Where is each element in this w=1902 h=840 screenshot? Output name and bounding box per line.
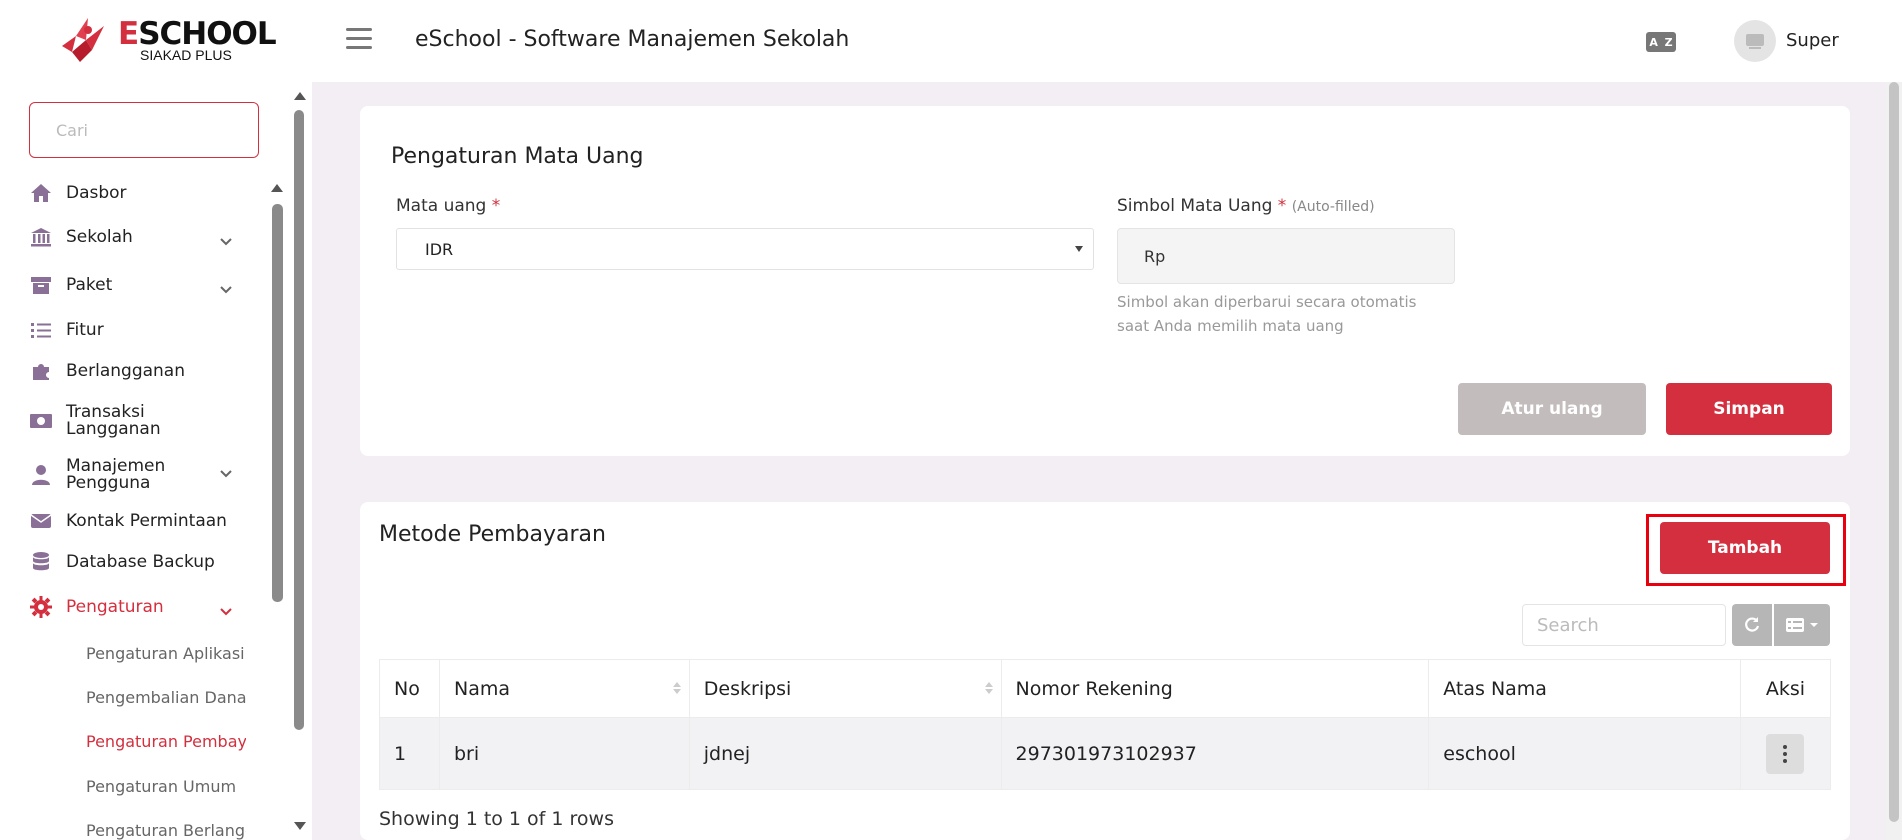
payment-card-title: Metode Pembayaran [379, 522, 606, 547]
menu-scrollbar-thumb[interactable] [272, 204, 283, 602]
chevron-down-icon[interactable] [218, 466, 234, 482]
pagination-info: Showing 1 to 1 of 1 rows [379, 808, 614, 830]
columns-toggle-button[interactable] [1774, 604, 1830, 646]
sidebar-subitem-pengaturan-berlangganan[interactable]: Pengaturan Berlangganan [86, 821, 246, 840]
sidebar-item-paket[interactable]: Paket [28, 274, 112, 296]
sidebar-item-dasbor[interactable]: Dasbor [28, 182, 127, 204]
table-row: 1 bri jdnej 297301973102937 eschool [379, 717, 1832, 790]
home-icon [28, 182, 54, 204]
sidebar-item-database-backup[interactable]: Database Backup [28, 551, 215, 573]
avatar[interactable] [1734, 20, 1776, 62]
refresh-button[interactable] [1732, 604, 1772, 646]
chevron-down-icon[interactable] [218, 604, 234, 620]
bank-icon [28, 226, 54, 248]
sidebar-item-kontak-permintaan[interactable]: Kontak Permintaan [28, 510, 227, 532]
app-title: eSchool - Software Manajemen Sekolah [415, 27, 850, 52]
sidebar-scroll-up-icon[interactable] [294, 92, 306, 100]
sidebar-scrollbar-thumb[interactable] [294, 110, 304, 730]
cell-deskripsi: jdnej [688, 717, 1002, 790]
column-header-nama[interactable]: Nama [438, 659, 690, 718]
user-name[interactable]: Super [1786, 30, 1839, 51]
column-header-aksi: Aksi [1739, 659, 1832, 718]
columns-list-icon [1786, 618, 1818, 632]
gear-icon [28, 596, 54, 618]
column-header-deskripsi[interactable]: Deskripsi [688, 659, 1002, 718]
chevron-down-icon[interactable] [218, 234, 234, 250]
menu-toggle-icon[interactable] [346, 28, 372, 50]
cell-nama: bri [438, 717, 690, 790]
sidebar-subitem-pengaturan-pembayaran[interactable]: Pengaturan Pembayaran [86, 732, 246, 751]
cell-nomor-rekening: 297301973102937 [1000, 717, 1430, 790]
currency-card-title: Pengaturan Mata Uang [391, 144, 644, 169]
menu-scroll-up-icon[interactable] [271, 184, 283, 192]
table-header-row: No Nama Deskripsi Nomor Rekening Atas Na… [379, 659, 1832, 718]
archive-icon [28, 274, 54, 296]
chevron-down-icon[interactable] [218, 282, 234, 298]
language-icon[interactable]: AZ [1646, 32, 1676, 52]
add-payment-method-button[interactable]: Tambah [1660, 522, 1830, 574]
sort-icon [984, 682, 993, 694]
cell-aksi [1739, 717, 1832, 790]
brand-subtitle: SIAKAD PLUS [140, 47, 232, 63]
sidebar-item-sekolah[interactable]: Sekolah [28, 226, 133, 248]
row-actions-kebab-icon[interactable] [1766, 733, 1805, 774]
page-scrollbar-thumb[interactable] [1889, 82, 1899, 822]
sidebar-subitem-pengaturan-aplikasi[interactable]: Pengaturan Aplikasi [86, 644, 246, 663]
caret-down-icon [1075, 246, 1083, 252]
eschool-logo[interactable]: ESCHOOL SIAKAD PLUS [58, 16, 277, 66]
sidebar-scroll-down-icon[interactable] [294, 822, 306, 830]
database-icon [28, 551, 54, 573]
sidebar: Cari Dasbor Sekolah Paket Fitur Berlangg… [0, 82, 312, 840]
reset-button[interactable]: Atur ulang [1458, 383, 1646, 435]
logo-mark-icon [62, 18, 104, 62]
list-icon [28, 319, 54, 341]
sidebar-item-manajemen-pengguna[interactable]: Manajemen Pengguna [28, 458, 176, 492]
currency-settings-card: Pengaturan Mata Uang Mata uang * IDR Sim… [360, 106, 1850, 456]
column-header-atas-nama: Atas Nama [1428, 659, 1741, 718]
sidebar-subitem-pengaturan-umum[interactable]: Pengaturan Umum [86, 777, 246, 796]
sort-icon [672, 682, 681, 694]
column-header-nomor-rekening: Nomor Rekening [1000, 659, 1430, 718]
money-icon [28, 410, 54, 432]
payment-methods-table: No Nama Deskripsi Nomor Rekening Atas Na… [379, 659, 1832, 790]
refresh-icon [1745, 617, 1760, 632]
avatar-image-icon [1746, 34, 1764, 49]
sidebar-item-pengaturan[interactable]: Pengaturan [28, 596, 164, 618]
currency-symbol-field: Rp [1117, 228, 1455, 284]
payment-methods-card: Metode Pembayaran Tambah Search No Nama … [360, 502, 1850, 840]
sidebar-search-input[interactable]: Cari [29, 102, 259, 158]
cell-no: 1 [379, 717, 440, 790]
sidebar-subitem-pengembalian-dana[interactable]: Pengembalian Dana [86, 688, 246, 707]
table-search-input[interactable]: Search [1522, 604, 1726, 646]
sidebar-item-fitur[interactable]: Fitur [28, 319, 104, 341]
sidebar-item-transaksi-langganan[interactable]: Transaksi Langganan [28, 404, 176, 438]
top-header: ESCHOOL SIAKAD PLUS eSchool - Software M… [0, 0, 1902, 82]
save-button[interactable]: Simpan [1666, 383, 1832, 435]
envelope-icon [28, 510, 54, 532]
puzzle-icon [28, 360, 54, 382]
cell-atas-nama: eschool [1428, 717, 1741, 790]
symbol-help-text: Simbol akan diperbarui secara otomatis s… [1117, 293, 1417, 335]
symbol-field-label: Simbol Mata Uang * (Auto-filled) [1117, 196, 1375, 216]
currency-field-label: Mata uang * [396, 196, 501, 216]
currency-select[interactable]: IDR [396, 228, 1094, 270]
sidebar-item-berlangganan[interactable]: Berlangganan [28, 360, 185, 382]
column-header-no: No [379, 659, 440, 718]
user-tie-icon [28, 464, 54, 486]
